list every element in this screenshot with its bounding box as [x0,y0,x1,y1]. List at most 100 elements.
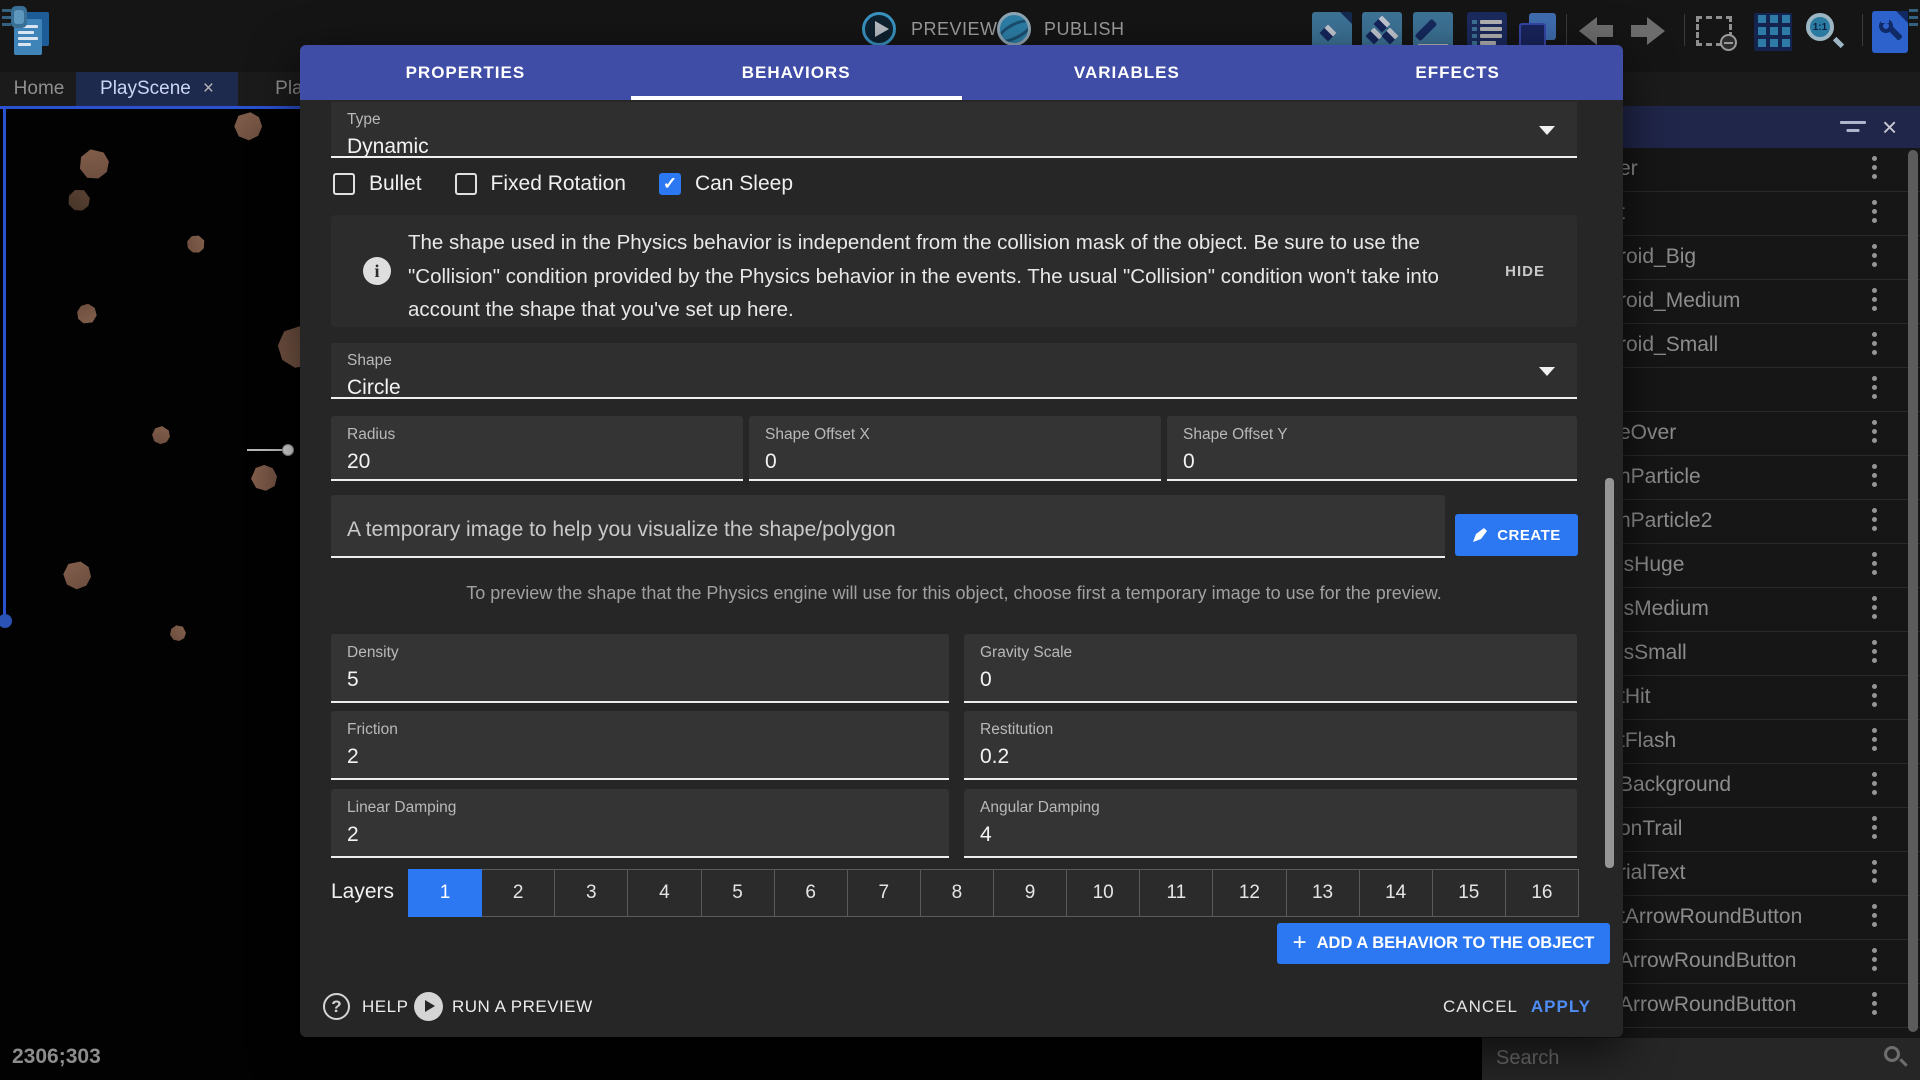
physics-shape-circle[interactable] [282,444,294,456]
dialog-tab-properties[interactable]: PROPERTIES [300,45,631,100]
run-preview-icon[interactable] [414,992,443,1021]
kebab-menu-icon[interactable] [1872,552,1877,575]
layer-button-10[interactable]: 10 [1067,869,1140,917]
kebab-menu-icon[interactable] [1872,332,1877,355]
sidebar-scrollbar[interactable] [1908,150,1918,1032]
run-preview-button[interactable]: RUN A PREVIEW [452,997,593,1017]
mask-selection-icon[interactable] [1696,16,1732,46]
asteroid-sprite[interactable] [73,143,115,185]
kebab-menu-icon[interactable] [1872,948,1877,971]
layer-button-8[interactable]: 8 [921,869,994,917]
restitution-field[interactable]: Restitution 0.2 [964,711,1577,780]
project-settings-icon[interactable] [1872,11,1908,53]
kebab-menu-icon[interactable] [1872,200,1877,223]
kebab-menu-icon[interactable] [1872,156,1877,179]
tabstrip-underline [0,106,302,109]
hide-button[interactable]: HIDE [1505,263,1545,280]
asteroid-sprite[interactable] [232,110,264,142]
preview-button[interactable]: PREVIEW [911,19,998,40]
kebab-menu-icon[interactable] [1872,772,1877,795]
grid-icon[interactable] [1754,13,1792,51]
help-button[interactable]: HELP [362,997,408,1017]
dialog-tab-effects[interactable]: EFFECTS [1292,45,1623,100]
asteroid-sprite[interactable] [74,301,100,327]
dialog-tab-behaviors[interactable]: BEHAVIORS [631,45,962,100]
kebab-menu-icon[interactable] [1872,640,1877,663]
kebab-menu-icon[interactable] [1872,728,1877,751]
type-dropdown[interactable]: Type Dynamic [331,102,1577,158]
friction-field[interactable]: Friction 2 [331,711,949,780]
cursor-coordinates: 2306;303 [12,1045,101,1069]
kebab-menu-icon[interactable] [1872,464,1877,487]
publish-button[interactable]: PUBLISH [1044,19,1125,40]
layer-button-2[interactable]: 2 [482,869,555,917]
layer-button-4[interactable]: 4 [628,869,701,917]
temp-image-field[interactable]: A temporary image to help you visualize … [331,495,1445,558]
kebab-menu-icon[interactable] [1872,244,1877,267]
zoom-1-1-icon[interactable]: 1:1 [1806,13,1844,51]
kebab-menu-icon[interactable] [1872,904,1877,927]
layer-button-7[interactable]: 7 [848,869,921,917]
asteroid-sprite[interactable] [149,423,174,448]
checkbox-unchecked-icon[interactable] [333,173,355,195]
layer-button-3[interactable]: 3 [555,869,628,917]
layer-button-14[interactable]: 14 [1360,869,1433,917]
close-icon[interactable]: × [1882,110,1897,144]
search-bar[interactable]: Search [1482,1038,1920,1080]
layer-button-12[interactable]: 12 [1213,869,1286,917]
kebab-menu-icon[interactable] [1872,992,1877,1015]
redo-icon[interactable] [1628,16,1670,46]
shape-offset-y-field[interactable]: Shape Offset Y 0 [1167,416,1577,481]
layer-button-15[interactable]: 15 [1433,869,1506,917]
dialog-scrollbar[interactable] [1605,478,1614,868]
gravity-scale-field[interactable]: Gravity Scale 0 [964,634,1577,703]
shape-dropdown[interactable]: Shape Circle [331,343,1577,399]
layer-button-11[interactable]: 11 [1140,869,1213,917]
selection-handle[interactable] [0,614,12,628]
checkbox-unchecked-icon[interactable] [455,173,477,195]
asteroid-sprite[interactable] [184,232,209,257]
asteroid-sprite[interactable] [66,187,91,212]
shape-offset-x-field[interactable]: Shape Offset X 0 [749,416,1161,481]
kebab-menu-icon[interactable] [1872,684,1877,707]
layer-button-5[interactable]: 5 [702,869,775,917]
asteroid-sprite[interactable] [60,558,94,592]
create-button[interactable]: CREATE [1455,514,1578,556]
cancel-button[interactable]: CANCEL [1443,997,1518,1017]
editor-tab-home[interactable]: Home [4,72,74,106]
apply-button[interactable]: APPLY [1531,997,1591,1017]
kebab-menu-icon[interactable] [1872,376,1877,399]
dialog-tab-variables[interactable]: VARIABLES [962,45,1293,100]
search-input[interactable]: Search [1496,1047,1559,1070]
help-icon[interactable]: ? [323,993,350,1020]
publish-globe-icon[interactable] [997,12,1031,46]
preview-play-icon[interactable] [862,12,896,46]
layer-button-9[interactable]: 9 [994,869,1067,917]
asteroid-sprite[interactable] [246,460,283,497]
editor-tab-playscene[interactable]: PlayScene× [76,72,238,106]
density-field[interactable]: Density 5 [331,634,949,703]
checkbox-fixed-rotation[interactable]: Fixed Rotation [455,172,626,196]
kebab-menu-icon[interactable] [1872,596,1877,619]
linear-damping-field[interactable]: Linear Damping 2 [331,789,949,858]
close-tab-icon[interactable]: × [203,78,214,100]
kebab-menu-icon[interactable] [1872,288,1877,311]
layer-button-13[interactable]: 13 [1287,869,1360,917]
add-behavior-button[interactable]: + ADD A BEHAVIOR TO THE OBJECT [1277,923,1610,964]
layer-button-6[interactable]: 6 [775,869,848,917]
layer-button-1[interactable]: 1 [408,869,482,917]
filter-icon[interactable] [1840,119,1866,135]
radius-field[interactable]: Radius 20 [331,416,743,481]
object-item-label: hParticle2 [1619,509,1712,533]
checkbox-can-sleep[interactable]: ✓Can Sleep [659,172,793,196]
checkbox-checked-icon[interactable]: ✓ [659,173,681,195]
undo-icon[interactable] [1574,16,1616,46]
angular-damping-field[interactable]: Angular Damping 4 [964,789,1577,858]
kebab-menu-icon[interactable] [1872,508,1877,531]
kebab-menu-icon[interactable] [1872,816,1877,839]
asteroid-sprite[interactable] [170,625,186,641]
layer-button-16[interactable]: 16 [1506,869,1579,917]
kebab-menu-icon[interactable] [1872,420,1877,443]
checkbox-bullet[interactable]: Bullet [333,172,422,196]
kebab-menu-icon[interactable] [1872,860,1877,883]
